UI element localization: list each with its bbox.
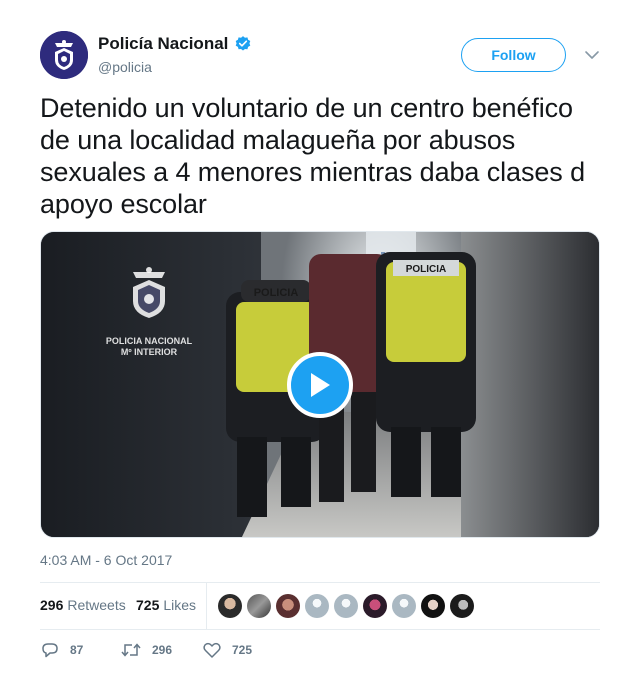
- tweet-header: Policía Nacional @policia Follow: [40, 31, 600, 79]
- reply-button[interactable]: 87: [40, 640, 83, 660]
- like-count: 725: [232, 643, 253, 657]
- divider-bottom: [40, 629, 600, 630]
- liker-avatars: [218, 594, 479, 618]
- likes-count: 725: [136, 597, 160, 613]
- stats-separator: [206, 583, 207, 629]
- play-icon: [311, 373, 330, 397]
- liker-avatar[interactable]: [363, 594, 387, 618]
- display-name[interactable]: Policía Nacional: [98, 34, 228, 54]
- reply-count: 87: [70, 643, 84, 657]
- liker-avatar[interactable]: [450, 594, 474, 618]
- likes-stat[interactable]: 725 Likes: [136, 597, 196, 613]
- reply-icon: [42, 643, 58, 658]
- profile-avatar[interactable]: [40, 31, 88, 79]
- tweet-actions: 87 296 725: [40, 640, 600, 662]
- chevron-down-icon[interactable]: [584, 49, 600, 61]
- liker-avatar[interactable]: [276, 594, 300, 618]
- play-button[interactable]: [287, 352, 353, 418]
- retweets-count: 296: [40, 597, 64, 613]
- video-player[interactable]: POLICIA NACIONAL Mº INTERIOR POLICIA POL…: [40, 231, 600, 538]
- name-row[interactable]: Policía Nacional: [98, 34, 252, 54]
- retweets-stat[interactable]: 296 Retweets: [40, 597, 126, 613]
- liker-avatar[interactable]: [218, 594, 242, 618]
- like-button[interactable]: 725: [202, 640, 252, 660]
- verified-badge-icon: [236, 36, 251, 51]
- police-logo: [133, 267, 165, 318]
- tweet-timestamp[interactable]: 4:03 AM - 6 Oct 2017: [40, 552, 172, 568]
- vest-label-right: POLICIA: [406, 264, 447, 275]
- retweet-icon: [121, 643, 141, 657]
- logo-text-line2: Mº INTERIOR: [121, 347, 178, 357]
- liker-avatar[interactable]: [305, 594, 329, 618]
- liker-avatar[interactable]: [392, 594, 416, 618]
- tweet-text: Detenido un voluntario de un centro bené…: [40, 93, 585, 219]
- liker-avatar[interactable]: [334, 594, 358, 618]
- tweet-stats: 296 Retweets 725 Likes: [40, 583, 600, 629]
- likes-label: Likes: [163, 597, 197, 613]
- retweet-count: 296: [152, 643, 173, 657]
- vest-label-left: POLICIA: [254, 287, 299, 299]
- liker-avatar[interactable]: [247, 594, 271, 618]
- liker-avatar[interactable]: [421, 594, 445, 618]
- retweet-button[interactable]: 296: [120, 640, 172, 660]
- retweets-label: Retweets: [67, 597, 126, 613]
- heart-icon: [203, 642, 221, 658]
- account-handle[interactable]: @policia: [98, 59, 152, 75]
- logo-text-line1: POLICIA NACIONAL: [106, 336, 193, 346]
- follow-button[interactable]: Follow: [461, 38, 566, 72]
